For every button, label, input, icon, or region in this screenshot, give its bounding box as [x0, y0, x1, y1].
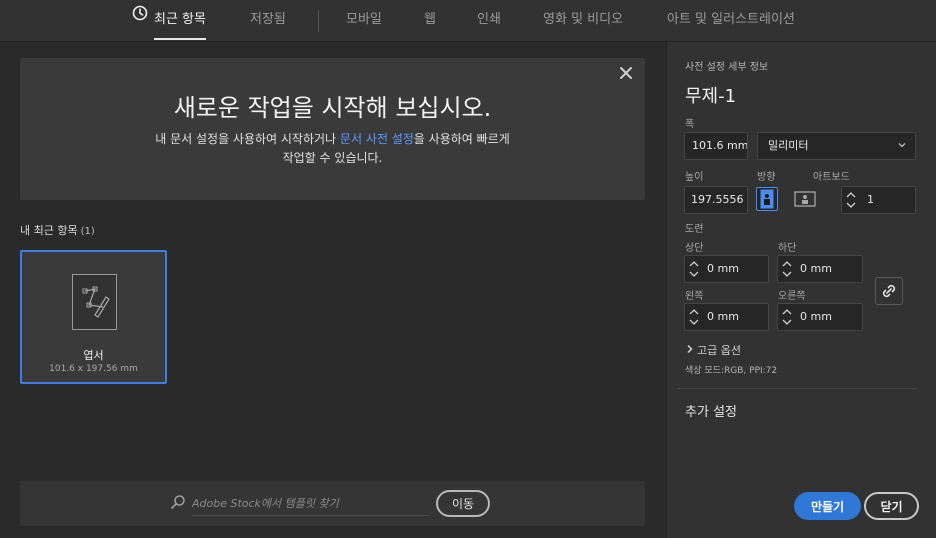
recent-items-heading: 내 최근 항목 (1)	[20, 222, 95, 238]
recent-item-size: 101.6 x 197.56 mm	[49, 364, 138, 374]
bleed-top-label: 상단	[685, 243, 704, 254]
document-presets-link[interactable]: 문서 사전 설정	[340, 132, 414, 146]
recent-items-label: 내 최근 항목	[20, 224, 78, 237]
panel-divider	[677, 388, 917, 389]
bleed-left-stepper[interactable]: 0 mm	[684, 303, 769, 331]
go-button[interactable]: 이동	[436, 490, 490, 517]
stepper-arrows-icon[interactable]	[689, 259, 699, 279]
clock-icon	[132, 0, 148, 38]
bleed-right-label: 오른쪽	[778, 291, 806, 302]
tab-mobile[interactable]: 모바일	[346, 0, 382, 42]
portrait-icon	[760, 189, 774, 209]
tab-recent[interactable]: 최근 항목	[132, 0, 206, 42]
chevron-down-icon	[897, 134, 907, 159]
tab-divider	[318, 10, 319, 32]
pen-tool-icon	[82, 286, 110, 318]
width-label: 폭	[685, 119, 695, 130]
document-name[interactable]: 무제-1	[685, 82, 736, 108]
portrait-orientation-button[interactable]	[756, 187, 778, 211]
height-input[interactable]: 197.5556 m	[684, 186, 748, 214]
artboard-stepper[interactable]: 1	[841, 186, 916, 214]
advanced-options-toggle[interactable]: 고급 옵션	[686, 342, 741, 358]
bleed-right-stepper[interactable]: 0 mm	[777, 303, 863, 331]
bleed-top-value: 0 mm	[707, 262, 739, 275]
close-icon[interactable]	[617, 66, 635, 84]
bleed-left-label: 왼쪽	[685, 291, 704, 302]
unit-select-value: 밀리미터	[768, 139, 809, 152]
chevron-right-icon	[686, 344, 694, 357]
main-area: 새로운 작업을 시작해 보십시오. 내 문서 설정을 사용하여 시작하거나 문서…	[0, 42, 666, 538]
tab-art-illustration[interactable]: 아트 및 일러스트레이션	[667, 0, 795, 42]
stepper-arrows-icon[interactable]	[846, 190, 856, 210]
stepper-arrows-icon[interactable]	[782, 307, 792, 327]
bleed-bottom-stepper[interactable]: 0 mm	[777, 255, 863, 283]
link-bleed-button[interactable]	[875, 277, 903, 305]
tab-saved[interactable]: 저장됨	[250, 0, 286, 42]
bleed-bottom-value: 0 mm	[800, 262, 832, 275]
banner-title: 새로운 작업을 시작해 보십시오.	[173, 94, 492, 122]
search-icon	[170, 494, 186, 514]
stock-search-input[interactable]	[192, 492, 430, 516]
bleed-left-value: 0 mm	[707, 310, 739, 323]
stock-search-bar: 이동	[20, 481, 645, 526]
stepper-arrows-icon[interactable]	[782, 259, 792, 279]
landscape-orientation-button[interactable]	[793, 188, 816, 212]
banner-subtitle: 내 문서 설정을 사용하여 시작하거나 문서 사전 설정을 사용하여 빠르게 작…	[20, 130, 645, 168]
chain-link-icon	[882, 284, 896, 298]
preset-details-panel: 사전 설정 세부 정보 무제-1 폭 101.6 mm 밀리미터 높이 방향 아…	[666, 42, 936, 538]
tab-print[interactable]: 인쇄	[477, 0, 501, 42]
color-mode-info: 색상 모드:RGB, PPI:72	[685, 366, 778, 376]
recent-items-count: (1)	[80, 226, 95, 237]
landscape-icon	[794, 191, 816, 207]
artboard-label: 아트보드	[813, 172, 850, 183]
tab-label: 최근 항목	[154, 12, 206, 27]
bleed-top-stepper[interactable]: 0 mm	[684, 255, 769, 283]
width-input[interactable]: 101.6 mm	[684, 132, 748, 160]
stepper-arrows-icon[interactable]	[689, 307, 699, 327]
close-button[interactable]: 닫기	[864, 492, 919, 520]
bleed-right-value: 0 mm	[800, 310, 832, 323]
tab-web[interactable]: 웹	[424, 0, 436, 42]
banner-text: 내 문서 설정을 사용하여 시작하거나	[155, 132, 340, 146]
more-settings-link[interactable]: 추가 설정	[685, 401, 737, 420]
tab-bar: 최근 항목 저장됨 모바일 웹 인쇄 영화 및 비디오 아트 및 일러스트레이션	[0, 0, 936, 42]
welcome-banner: 새로운 작업을 시작해 보십시오. 내 문서 설정을 사용하여 시작하거나 문서…	[20, 58, 645, 200]
recent-item-card[interactable]: 엽서 101.6 x 197.56 mm	[20, 250, 167, 384]
tab-film-video[interactable]: 영화 및 비디오	[543, 0, 623, 42]
document-thumbnail	[72, 274, 117, 330]
banner-text: 을 사용하여 빠르게	[413, 132, 510, 146]
height-label: 높이	[685, 172, 704, 183]
recent-item-name: 엽서	[83, 349, 104, 362]
orientation-label: 방향	[757, 172, 776, 183]
create-button[interactable]: 만들기	[794, 492, 861, 520]
artboard-count: 1	[867, 193, 874, 206]
banner-text: 작업할 수 있습니다.	[282, 151, 383, 165]
advanced-options-label: 고급 옵션	[697, 344, 741, 357]
bleed-label: 도련	[685, 224, 704, 235]
active-tab-indicator	[154, 38, 206, 40]
unit-select[interactable]: 밀리미터	[757, 132, 916, 160]
bleed-bottom-label: 하단	[778, 243, 797, 254]
preset-section-title: 사전 설정 세부 정보	[685, 62, 769, 73]
